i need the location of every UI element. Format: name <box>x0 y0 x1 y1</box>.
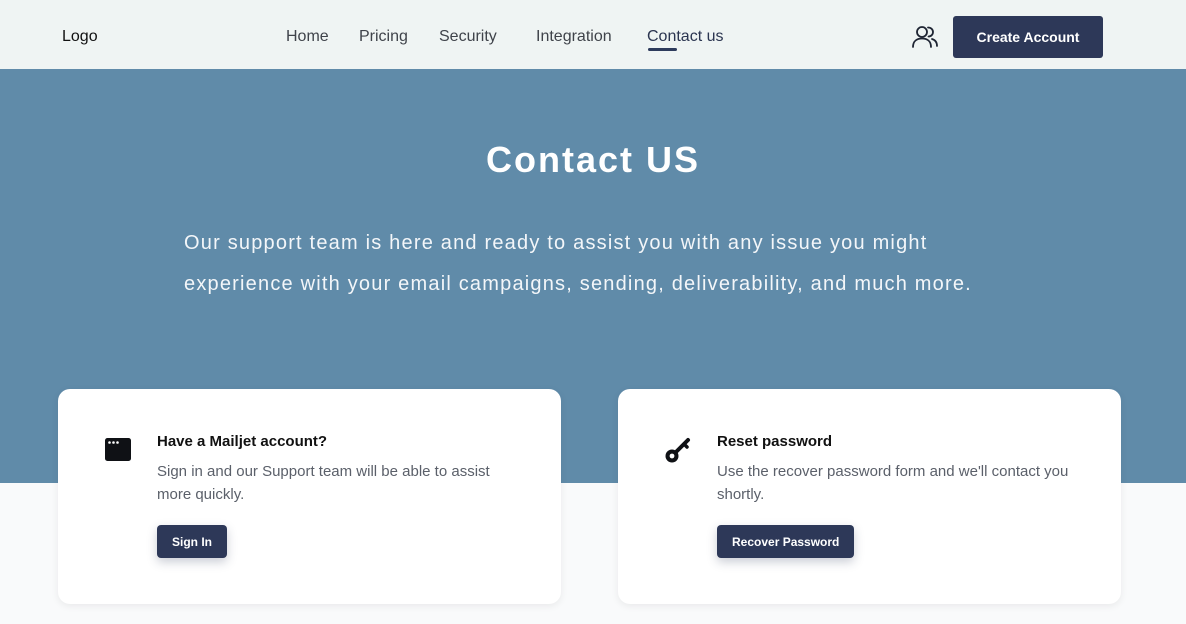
recover-password-button[interactable]: Recover Password <box>717 525 855 558</box>
hero-description-line-2: experience with your email campaigns, se… <box>184 273 972 295</box>
hero-description-line-1: Our support team is here and ready to as… <box>184 232 928 254</box>
page-title: Contact US <box>485 139 700 180</box>
nav-home[interactable]: Home <box>286 28 329 46</box>
nav-integration[interactable]: Integration <box>536 28 612 46</box>
key-icon <box>665 438 690 463</box>
nav-pricing[interactable]: Pricing <box>359 28 408 46</box>
browser-window-icon <box>105 438 131 461</box>
active-nav-indicator <box>648 48 677 51</box>
reset-password-card: Reset password Use the recover password … <box>618 389 1121 604</box>
nav-contact-us[interactable]: Contact us <box>647 28 723 46</box>
card-description: Use the recover password form and we'll … <box>717 463 1069 503</box>
create-account-button[interactable]: Create Account <box>953 16 1103 58</box>
logo[interactable]: Logo <box>62 28 98 46</box>
mailjet-account-card: Have a Mailjet account? Sign in and our … <box>58 389 561 604</box>
top-navbar: Logo Home Pricing Security Integration C… <box>0 0 1186 69</box>
users-icon[interactable] <box>911 23 939 51</box>
card-description: Sign in and our Support team will be abl… <box>157 463 490 503</box>
nav-security[interactable]: Security <box>439 28 497 46</box>
sign-in-button[interactable]: Sign In <box>157 525 227 558</box>
card-title: Have a Mailjet account? <box>157 433 328 450</box>
card-title: Reset password <box>717 433 833 450</box>
hero-description: Our support team is here and ready to as… <box>184 223 1044 305</box>
